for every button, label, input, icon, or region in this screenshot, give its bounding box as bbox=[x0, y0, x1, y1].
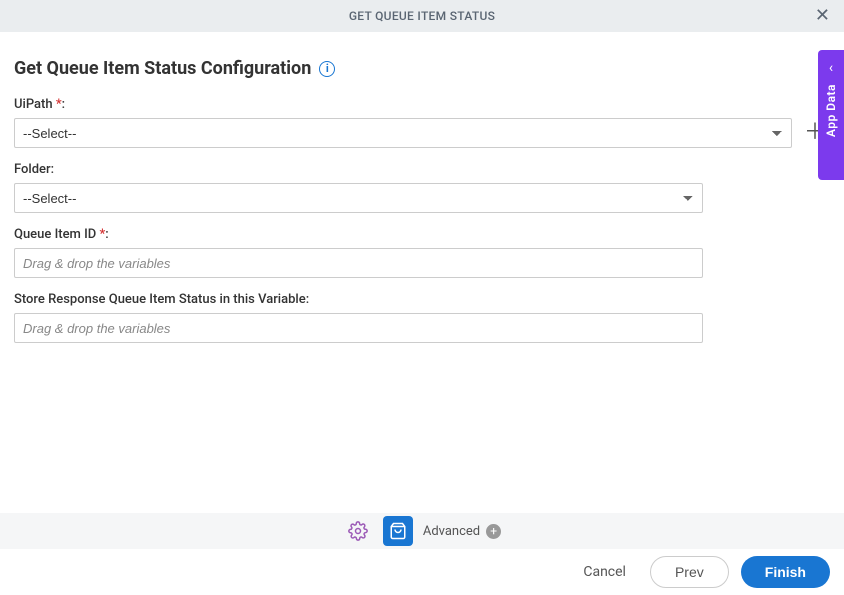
folder-select[interactable]: --Select-- bbox=[14, 183, 703, 213]
cancel-button[interactable]: Cancel bbox=[571, 556, 638, 588]
close-icon[interactable]: ✕ bbox=[811, 3, 834, 29]
content-area: Get Queue Item Status Configuration i Ui… bbox=[0, 32, 844, 369]
store-response-field: Store Response Queue Item Status in this… bbox=[14, 292, 830, 343]
advanced-toggle[interactable]: Advanced + bbox=[423, 524, 501, 539]
info-icon[interactable]: i bbox=[319, 61, 335, 77]
queue-item-id-field: Queue Item ID *: bbox=[14, 227, 830, 278]
gear-icon[interactable] bbox=[343, 516, 373, 546]
store-response-input[interactable] bbox=[14, 313, 703, 343]
uipath-field: UiPath *: --Select-- ＋ bbox=[14, 97, 830, 148]
dialog-title: GET QUEUE ITEM STATUS bbox=[349, 9, 495, 23]
advanced-label: Advanced bbox=[423, 524, 480, 539]
queue-item-id-input[interactable] bbox=[14, 248, 703, 278]
uipath-select[interactable]: --Select-- bbox=[14, 118, 792, 148]
page-title-text: Get Queue Item Status Configuration bbox=[14, 58, 311, 79]
folder-label: Folder: bbox=[14, 162, 830, 177]
chevron-left-icon: ‹ bbox=[829, 60, 833, 76]
uipath-label: UiPath *: bbox=[14, 97, 830, 112]
plus-circle-icon: + bbox=[486, 524, 501, 539]
bottom-toolbar: Advanced + bbox=[0, 513, 844, 549]
shopping-bag-icon[interactable] bbox=[383, 516, 413, 546]
dialog-header: GET QUEUE ITEM STATUS ✕ bbox=[0, 0, 844, 32]
app-data-tab[interactable]: ‹ App Data bbox=[818, 50, 844, 180]
footer-actions: Cancel Prev Finish bbox=[0, 549, 844, 595]
prev-button[interactable]: Prev bbox=[650, 556, 729, 588]
app-data-tab-label: App Data bbox=[824, 84, 838, 137]
page-title: Get Queue Item Status Configuration i bbox=[14, 58, 830, 79]
finish-button[interactable]: Finish bbox=[741, 556, 830, 588]
folder-field: Folder: --Select-- bbox=[14, 162, 830, 213]
store-response-label: Store Response Queue Item Status in this… bbox=[14, 292, 830, 307]
queue-item-id-label: Queue Item ID *: bbox=[14, 227, 830, 242]
